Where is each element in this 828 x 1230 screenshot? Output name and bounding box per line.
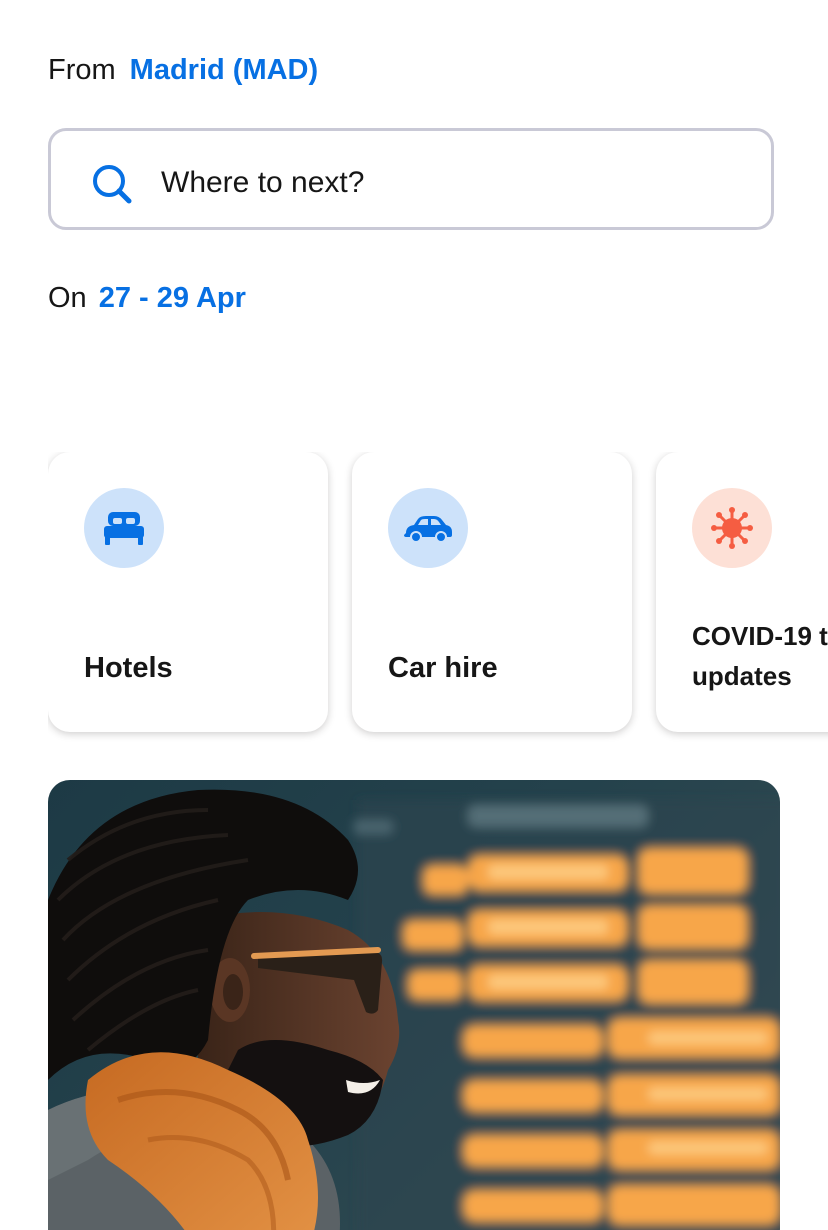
destination-search-input[interactable]: [161, 161, 741, 205]
hotels-card[interactable]: Hotels: [48, 452, 328, 732]
car-hire-icon-circle: [388, 488, 468, 568]
hero-image[interactable]: [48, 780, 780, 1230]
covid-label-line2: updates: [692, 661, 792, 691]
car-hire-label: Car hire: [388, 652, 498, 684]
origin-prefix: From: [48, 54, 116, 86]
hotels-icon-circle: [84, 488, 164, 568]
search-icon: [93, 165, 132, 204]
home-screen: FromMadrid (MAD) On27 - 29 Apr Hotel: [0, 0, 828, 1230]
bed-icon: [104, 512, 144, 545]
car-icon: [404, 516, 452, 543]
origin-selector[interactable]: Madrid (MAD): [130, 54, 318, 86]
dates-selector[interactable]: 27 - 29 Apr: [99, 282, 246, 314]
covid-icon-circle: [692, 488, 772, 568]
origin-row: From Madrid (MAD): [48, 50, 318, 90]
covid-label-line1: COVID-19 t: [692, 621, 828, 651]
covid-updates-label: COVID-19 t updates: [692, 616, 828, 696]
dates-prefix: On: [48, 282, 87, 314]
dates-row: On 27 - 29 Apr: [48, 278, 246, 318]
covid-updates-card[interactable]: COVID-19 t updates: [656, 452, 828, 732]
services-carousel: Hotels Car hire COVID-19 t updates: [48, 452, 828, 752]
traveler-photo-illustration: [48, 789, 780, 1230]
car-hire-card[interactable]: Car hire: [352, 452, 632, 732]
hotels-label: Hotels: [84, 652, 173, 684]
destination-search-box[interactable]: [48, 128, 774, 230]
virus-icon: [711, 507, 753, 549]
